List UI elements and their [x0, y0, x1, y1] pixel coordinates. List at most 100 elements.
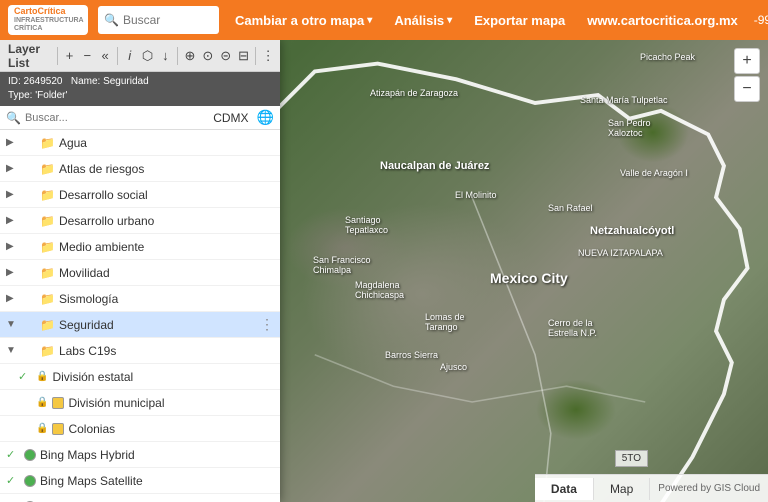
nav-analisis[interactable]: Análisis ▾	[388, 11, 458, 30]
expand-icon[interactable]: ▶	[6, 267, 18, 278]
folder-icon: 📁	[40, 162, 55, 176]
list-item[interactable]: ▶ 📁 Sismología	[0, 286, 280, 312]
list-item-division-municipal[interactable]: 🔒 División municipal	[0, 390, 280, 416]
layer-name: Desarrollo social	[59, 188, 274, 202]
tab-data[interactable]: Data	[535, 478, 594, 500]
list-item-bing-maps[interactable]: ✓ Bing Maps	[0, 494, 280, 502]
search-icon: 🔍	[104, 13, 119, 27]
logo-text-line1: CartoCrítica	[14, 7, 83, 17]
list-item[interactable]: ▶ 📁 Desarrollo social	[0, 182, 280, 208]
expand-icon[interactable]: ▶	[6, 137, 18, 148]
list-item-division-estatal[interactable]: ✓ 🔒 División estatal	[0, 364, 280, 390]
folder-icon: 📁	[40, 188, 55, 202]
zoom-out-button[interactable]: ⊝	[218, 45, 234, 67]
tab-map-label: Map	[610, 482, 633, 496]
layer-name: Atlas de riesgos	[59, 162, 274, 176]
layer-name: Bing Maps Satellite	[40, 474, 274, 488]
layer-name: División municipal	[68, 396, 274, 410]
layer-type-button[interactable]: ⬡	[140, 45, 156, 67]
layer-color-swatch	[24, 449, 36, 461]
expand-icon[interactable]: ▶	[6, 189, 18, 200]
list-item[interactable]: ▶ 📁 Agua	[0, 130, 280, 156]
lock-icon: 🔒	[36, 397, 48, 408]
navbar: CartoCrítica INFRAESTRUCTURA CRÍTICA 🔍 C…	[0, 0, 768, 40]
expand-icon[interactable]: ▶	[6, 241, 18, 252]
search-icon-layer: 🔍	[6, 111, 21, 125]
remove-layer-button[interactable]: −	[79, 45, 95, 67]
list-item-seguridad[interactable]: ▼ 📁 Seguridad ⋮	[0, 312, 280, 338]
list-item-bing-satellite[interactable]: ✓ Bing Maps Satellite	[0, 468, 280, 494]
layer-name-seguridad: Seguridad	[59, 318, 256, 332]
folder-icon: 📁	[40, 214, 55, 228]
layer-name: Desarrollo urbano	[59, 214, 274, 228]
toolbar-separator	[57, 47, 58, 65]
layer-color-swatch	[52, 423, 64, 435]
zoom-controls: + −	[734, 48, 760, 102]
map-area: Naucalpan de Juárez Mexico City Netzahua…	[0, 40, 768, 502]
bottom-bar: Data Map Powered by GIS Cloud	[535, 474, 768, 502]
folder-icon: 📁	[40, 136, 55, 150]
list-item[interactable]: ▶ 📁 Movilidad	[0, 260, 280, 286]
toolbar-separator-3	[177, 47, 178, 65]
search-input[interactable]	[123, 13, 213, 27]
cdmx-label: CDMX	[209, 111, 252, 125]
layer-name: División estatal	[52, 370, 274, 384]
nav-cambiar[interactable]: Cambiar a otro mapa ▾	[229, 11, 378, 30]
search-bar[interactable]: 🔍	[98, 6, 219, 34]
add-layer-button[interactable]: +	[62, 45, 78, 67]
logo-text-line2: INFRAESTRUCTURA CRÍTICA	[14, 17, 83, 32]
layer-name-val: Name: Seguridad	[71, 76, 149, 87]
expand-icon[interactable]: ▼	[6, 319, 18, 330]
list-item[interactable]: ▶ 📁 Medio ambiente	[0, 234, 280, 260]
expand-icon[interactable]: ▼	[6, 345, 18, 356]
layer-color-swatch	[24, 475, 36, 487]
layer-info-row: ID: 2649520 Name: Seguridad Type: 'Folde…	[0, 72, 280, 106]
tab-map[interactable]: Map	[594, 478, 650, 500]
layer-menu-icon[interactable]: ⋮	[260, 316, 274, 333]
list-item[interactable]: ▶ 📁 Desarrollo urbano	[0, 208, 280, 234]
zoom-out-button[interactable]: −	[734, 76, 760, 102]
folder-icon: 📁	[40, 292, 55, 306]
folder-icon: 📁	[40, 344, 55, 358]
folder-icon: 📁	[40, 240, 55, 254]
zoom-to-button[interactable]: ⊕	[182, 45, 198, 67]
folder-icon: 📁	[40, 266, 55, 280]
lock-icon: 🔒	[36, 371, 48, 382]
expand-icon[interactable]: ▶	[6, 215, 18, 226]
layer-search-row: 🔍 CDMX 🌐	[0, 106, 280, 130]
list-item-labs[interactable]: ▼ 📁 Labs C19s	[0, 338, 280, 364]
check-icon: ✓	[18, 370, 32, 383]
expand-icon[interactable]: ▶	[6, 163, 18, 174]
layer-name: Medio ambiente	[59, 240, 274, 254]
folder-icon: 📁	[40, 318, 55, 332]
zoom-in-button[interactable]: ⊙	[200, 45, 216, 67]
list-item-bing-hybrid[interactable]: ✓ Bing Maps Hybrid	[0, 442, 280, 468]
layer-name: Colonias	[68, 422, 274, 436]
upload-button[interactable]: ↓	[158, 45, 174, 67]
nav-website[interactable]: www.cartocritica.org.mx	[581, 11, 744, 30]
layer-panel: Layer List + − « i ⬡ ↓ ⊕ ⊙ ⊝ ⊟ ⋮ ID: 264…	[0, 40, 280, 502]
layer-type: Type: 'Folder'	[8, 90, 67, 101]
lock-icon: 🔒	[36, 423, 48, 434]
layer-name: Movilidad	[59, 266, 274, 280]
list-item[interactable]: ▶ 📁 Atlas de riesgos	[0, 156, 280, 182]
layer-color-swatch	[52, 397, 64, 409]
coordinates-display: -99.3789, 19.4284	[754, 13, 768, 27]
nav-exportar[interactable]: Exportar mapa	[468, 11, 571, 30]
scale-bar: 5TO	[615, 450, 648, 467]
globe-icon: 🌐	[257, 109, 274, 126]
extent-button[interactable]: ⊟	[236, 45, 252, 67]
chevron-down-icon: ▾	[447, 15, 452, 26]
layer-name: Agua	[59, 136, 274, 150]
info-button[interactable]: i	[122, 45, 138, 67]
collapse-button[interactable]: «	[97, 45, 113, 67]
expand-icon[interactable]: ▶	[6, 293, 18, 304]
powered-by-label: Powered by GIS Cloud	[650, 479, 768, 498]
zoom-in-button[interactable]: +	[734, 48, 760, 74]
list-item-colonias[interactable]: 🔒 Colonias	[0, 416, 280, 442]
layer-name-labs: Labs C19s	[59, 344, 274, 358]
layer-search-input[interactable]	[25, 112, 205, 124]
layer-toolbar: Layer List + − « i ⬡ ↓ ⊕ ⊙ ⊝ ⊟ ⋮	[0, 40, 280, 72]
layer-name: Sismología	[59, 292, 274, 306]
more-button[interactable]: ⋮	[260, 45, 276, 67]
